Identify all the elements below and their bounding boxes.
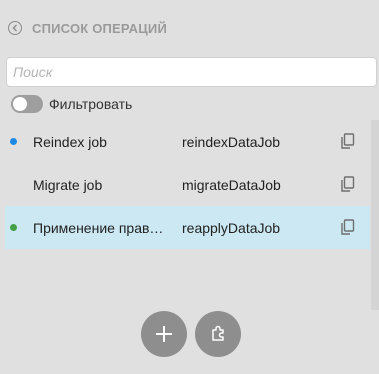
panel-header: СПИСОК ОПЕРАЦИЙ [8,16,167,40]
copy-icon[interactable] [340,133,356,150]
status-dot [10,224,17,231]
operation-row[interactable]: Reindex job reindexDataJob [5,120,370,163]
operation-code: reindexDataJob [182,133,281,150]
copy-icon[interactable] [340,219,356,236]
status-dot [10,138,17,145]
operation-name: Применение прав… [33,219,164,236]
toggle-knob [13,97,27,111]
operation-row[interactable]: Migrate job migrateDataJob [5,163,370,206]
filter-row: Фильтровать [11,95,132,113]
operation-code: reapplyDataJob [182,219,281,236]
panel-title: СПИСОК ОПЕРАЦИЙ [32,20,168,36]
back-icon[interactable] [8,21,22,35]
operations-panel: СПИСОК ОПЕРАЦИЙ Фильтровать Reindex job … [0,0,379,374]
add-operation-button[interactable] [141,311,187,357]
list-scrollbar[interactable] [371,120,379,310]
search-input[interactable] [6,57,377,87]
operation-name: Reindex job [33,133,107,150]
puzzle-icon [212,325,224,341]
operation-name: Migrate job [33,176,103,193]
filter-label: Фильтровать [49,96,133,112]
plus-icon [156,326,172,342]
operation-code: migrateDataJob [182,176,281,193]
copy-icon[interactable] [340,176,356,193]
operations-list: Reindex job reindexDataJob Migrate job m… [5,120,370,249]
plugin-button[interactable] [195,311,241,357]
operation-row-selected[interactable]: Применение прав… reapplyDataJob [5,206,370,249]
filter-toggle[interactable] [11,95,43,113]
